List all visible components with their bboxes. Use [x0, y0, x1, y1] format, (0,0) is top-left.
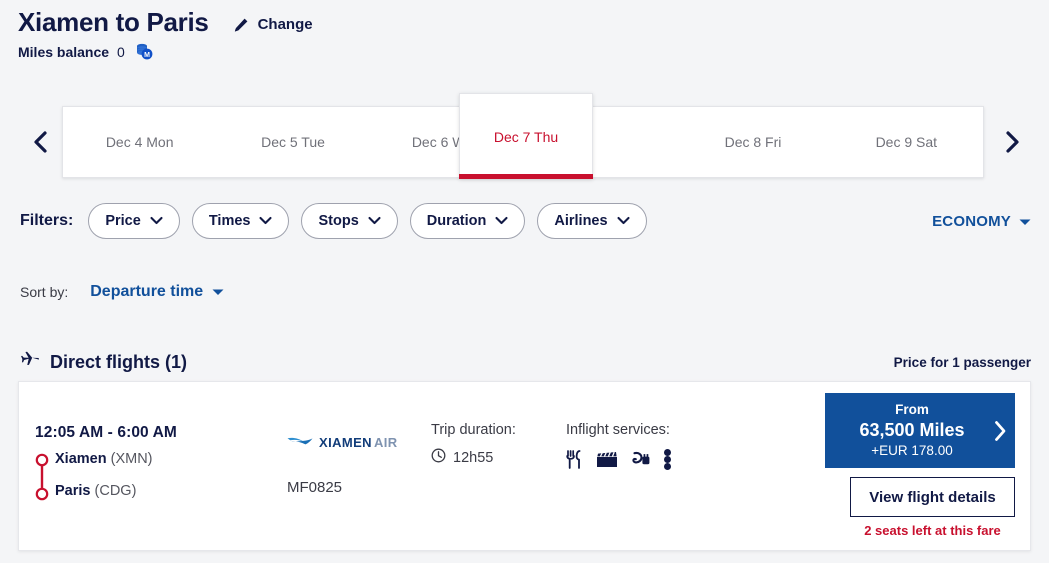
destination-city: Paris	[55, 483, 91, 499]
pencil-icon	[233, 17, 249, 33]
price-cash-value: +EUR 178.00	[871, 443, 953, 458]
seats-left-warning: 2 seats left at this fare	[864, 523, 1001, 538]
filter-times[interactable]: Times	[191, 203, 290, 239]
cabin-class-selector[interactable]: ECONOMY	[932, 213, 1031, 230]
filter-duration-label: Duration	[426, 213, 487, 229]
cabin-class-value: ECONOMY	[932, 212, 1011, 230]
price-chevron-right-icon	[985, 420, 1015, 442]
sort-label: Sort by:	[20, 284, 69, 300]
date-selector: Dec 4 Mon Dec 5 Tue Dec 6 Wed Dec 8 Fri …	[18, 93, 1031, 179]
caret-down-icon	[212, 283, 224, 301]
flight-result-card[interactable]: 12:05 AM - 6:00 AM Xiamen (XMN) Paris (C…	[18, 381, 1031, 551]
services-label: Inflight services:	[566, 422, 670, 438]
results-section-header: Direct flights (1) Price for 1 passenger	[20, 350, 1031, 375]
filter-stops-label: Stops	[318, 213, 359, 229]
date-next-button[interactable]	[995, 122, 1029, 162]
flight-route: Xiamen (XMN) Paris (CDG)	[35, 448, 265, 503]
airplane-icon	[20, 350, 40, 375]
dot	[664, 449, 671, 456]
chevron-left-icon	[31, 130, 49, 154]
origin-code: (XMN)	[110, 451, 153, 467]
price-text-group: From 63,500 Miles +EUR 178.00	[825, 401, 985, 460]
coins-icon: M	[135, 42, 154, 61]
filter-airlines[interactable]: Airlines	[537, 203, 647, 239]
filter-airlines-label: Airlines	[554, 213, 608, 229]
miles-balance-label: Miles balance	[18, 43, 110, 60]
inflight-services-block: Inflight services:	[566, 422, 671, 470]
flight-times: 12:05 AM - 6:00 AM	[35, 424, 177, 441]
dot	[664, 456, 671, 463]
change-label: Change	[257, 16, 313, 33]
chevron-down-icon	[259, 213, 273, 229]
filters-bar: Filters: Price Times Stops Duration Airl…	[20, 203, 1031, 239]
chevron-right-icon	[1003, 130, 1021, 154]
dot	[664, 463, 671, 470]
date-track: Dec 4 Mon Dec 5 Tue Dec 6 Wed Dec 8 Fri …	[62, 93, 984, 179]
entertainment-icon	[596, 451, 618, 469]
date-tab-dec8[interactable]: Dec 8 Fri	[676, 107, 829, 177]
clock-icon	[431, 448, 446, 468]
price-miles-value: 63,500 Miles	[859, 420, 965, 440]
date-tab-dec4[interactable]: Dec 4 Mon	[63, 107, 216, 177]
meal-icon	[566, 450, 583, 469]
flight-duration-block: Trip duration: 12h55	[431, 422, 516, 468]
date-tab-dec7-selected[interactable]: Dec 7 Thu	[459, 93, 593, 179]
chevron-down-icon	[495, 213, 508, 229]
price-per-passenger-note: Price for 1 passenger	[893, 355, 1031, 370]
page-header: Xiamen to Paris Change Miles balance 0 M	[18, 6, 1031, 61]
destination-code: (CDG)	[94, 483, 137, 499]
date-tab-dec9[interactable]: Dec 9 Sat	[830, 107, 983, 177]
miles-balance-value: 0	[117, 43, 125, 60]
services-icon-list	[566, 449, 671, 470]
duration-value-row: 12h55	[431, 448, 516, 468]
date-prev-button[interactable]	[23, 122, 57, 162]
selected-date-label: Dec 7 Thu	[493, 128, 559, 145]
svg-text:M: M	[144, 52, 150, 59]
caret-down-icon	[1019, 213, 1031, 230]
selected-date-underline	[459, 174, 593, 179]
duration-value: 12h55	[453, 450, 494, 466]
flight-airline: XIAMEN AIR MF0825	[287, 433, 398, 496]
power-outlet-icon	[631, 451, 651, 469]
flight-schedule: 12:05 AM - 6:00 AM Xiamen (XMN) Paris (C…	[35, 424, 265, 503]
filter-duration[interactable]: Duration	[409, 203, 526, 239]
chevron-down-icon	[368, 213, 381, 229]
flight-number: MF0825	[287, 479, 343, 496]
airline-name-part2: AIR	[373, 435, 398, 450]
date-tab-dec5[interactable]: Dec 5 Tue	[216, 107, 369, 177]
airline-logo: XIAMEN AIR	[287, 433, 398, 452]
duration-label: Trip duration:	[431, 422, 516, 438]
xiamenair-swoosh-icon	[287, 433, 313, 452]
chevron-down-icon	[150, 213, 163, 229]
section-title: Direct flights (1)	[50, 352, 188, 372]
filter-price-label: Price	[105, 213, 141, 229]
price-from-label: From	[895, 402, 929, 417]
route-gap	[55, 471, 265, 480]
view-flight-details-button[interactable]: View flight details	[850, 477, 1015, 517]
page-title: Xiamen to Paris	[18, 7, 209, 37]
chevron-down-icon	[617, 213, 630, 229]
filter-times-label: Times	[208, 213, 251, 229]
route-spine-icon	[35, 453, 49, 501]
sort-dropdown[interactable]: Departure time	[90, 283, 224, 301]
title-row: Xiamen to Paris Change	[18, 6, 1031, 38]
sort-value: Departure time	[90, 283, 204, 300]
filter-stops[interactable]: Stops	[301, 203, 398, 239]
sort-bar: Sort by: Departure time	[20, 283, 224, 301]
route-destination: Paris (CDG)	[55, 480, 265, 503]
view-flight-details-label: View flight details	[869, 488, 996, 506]
route-origin: Xiamen (XMN)	[55, 448, 265, 471]
filters-label: Filters:	[20, 212, 74, 229]
airline-name-part1: XIAMEN	[319, 435, 372, 450]
more-services-icon[interactable]	[664, 449, 671, 470]
price-select-button[interactable]: From 63,500 Miles +EUR 178.00	[825, 393, 1015, 468]
miles-balance-row: Miles balance 0 M	[18, 42, 1031, 61]
filter-price[interactable]: Price	[88, 203, 180, 239]
change-search-button[interactable]: Change	[233, 16, 313, 33]
origin-city: Xiamen	[55, 451, 107, 467]
